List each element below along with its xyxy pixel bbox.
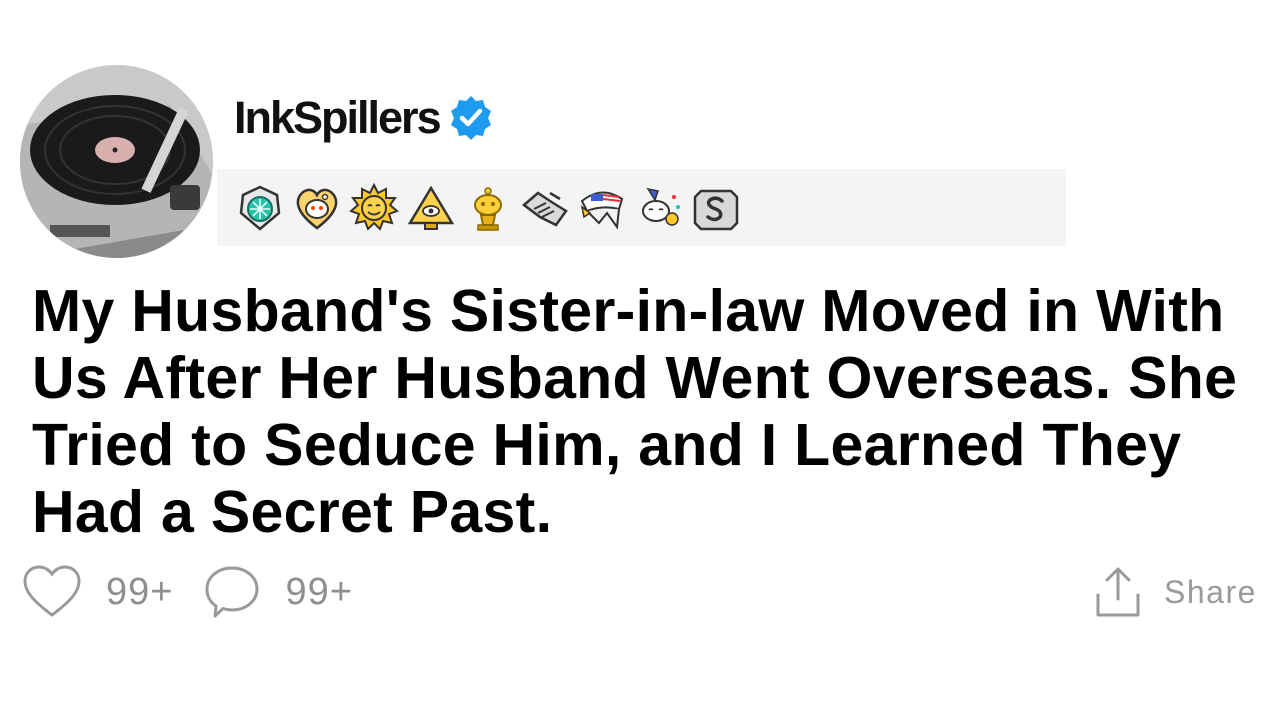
eagle-flag-award-icon[interactable]	[577, 183, 627, 233]
share-icon	[1096, 567, 1140, 617]
author-row: InkSpillers	[234, 92, 496, 144]
share-label: Share	[1164, 573, 1257, 610]
snoo-party-award-icon[interactable]	[634, 183, 684, 233]
handshake-award-icon[interactable]	[520, 183, 570, 233]
likes-count: 99+	[106, 570, 174, 613]
heart-icon[interactable]	[22, 564, 82, 620]
comment-icon[interactable]	[203, 564, 261, 620]
author-name[interactable]: InkSpillers	[234, 92, 442, 144]
post-title: My Husband's Sister-in-law Moved in With…	[32, 278, 1238, 545]
share-button[interactable]: Share	[1094, 562, 1257, 622]
heart-snoo-award-icon[interactable]	[292, 183, 342, 233]
post-actions: 99+ 99+	[22, 562, 383, 622]
avatar[interactable]	[20, 65, 213, 258]
comments-count: 99+	[285, 570, 353, 613]
gold-snoo-trophy-award-icon[interactable]	[463, 183, 513, 233]
verified-check-icon	[450, 96, 491, 140]
record-player-image	[20, 65, 213, 258]
teal-gem-award-icon[interactable]	[235, 183, 285, 233]
silver-s-award-icon[interactable]	[691, 183, 741, 233]
pyramid-eye-award-icon[interactable]	[406, 183, 456, 233]
sun-face-award-icon[interactable]	[349, 182, 399, 233]
awards-bar	[217, 169, 1066, 246]
